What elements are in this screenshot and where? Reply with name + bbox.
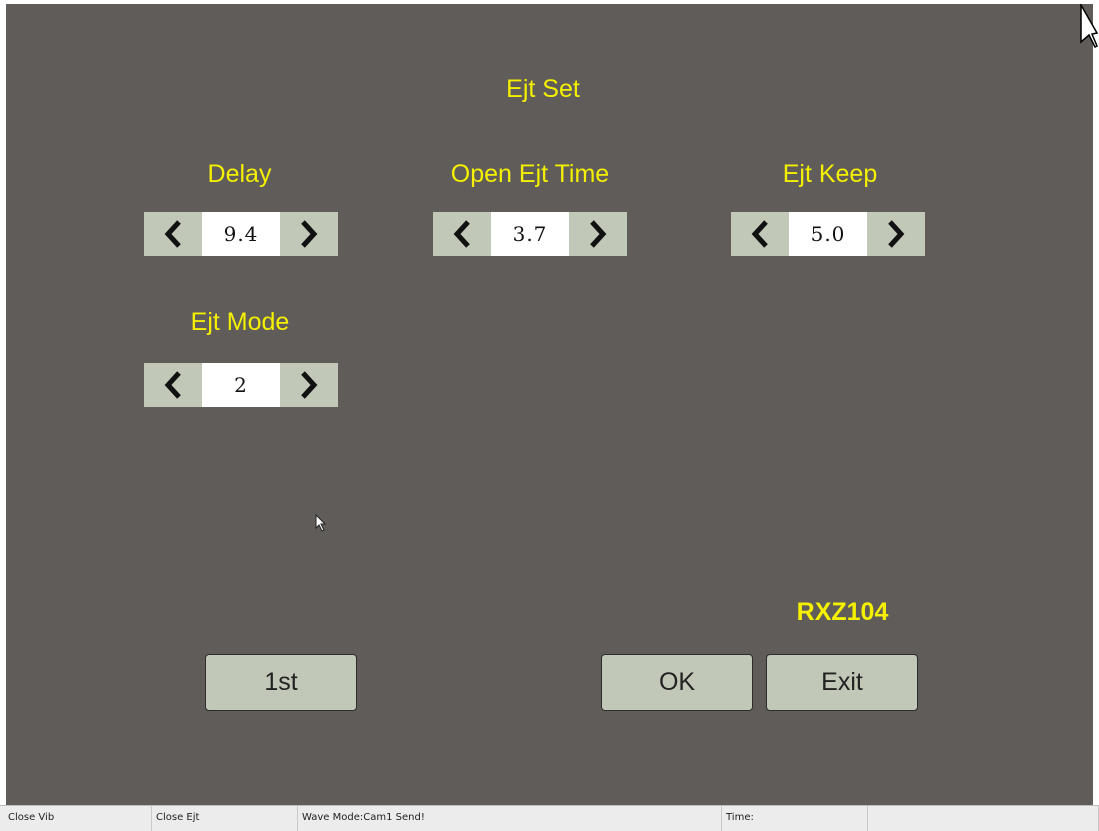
chevron-left-icon — [453, 220, 470, 248]
chevron-left-icon — [164, 371, 181, 399]
chevron-right-icon — [301, 371, 318, 399]
ejt-mode-stepper: 2 — [144, 363, 338, 407]
open-ejt-time-decrement-button[interactable] — [433, 212, 491, 256]
ejt-keep-stepper: 5.0 — [731, 212, 925, 256]
delay-stepper: 9.4 — [144, 212, 338, 256]
ok-button[interactable]: OK — [601, 654, 753, 711]
first-button[interactable]: 1st — [205, 654, 357, 711]
status-bar: Close Vib Close Ejt Wave Mode:Cam1 Send!… — [0, 805, 1099, 831]
delay-value[interactable]: 9.4 — [202, 212, 280, 256]
mouse-pointer-icon — [315, 514, 327, 532]
ejt-mode-label: Ejt Mode — [190, 308, 290, 336]
chevron-left-icon — [164, 220, 181, 248]
ejt-keep-label: Ejt Keep — [782, 160, 878, 188]
ejt-mode-value[interactable]: 2 — [202, 363, 280, 407]
chevron-right-icon — [301, 220, 318, 248]
ejt-keep-increment-button[interactable] — [867, 212, 925, 256]
open-ejt-time-label: Open Ejt Time — [450, 160, 610, 188]
screen: Ejt Set Delay 9.4 Open Ejt Time 3.7 Ejt … — [0, 0, 1099, 831]
status-close-ejt: Close Ejt — [152, 806, 298, 831]
status-empty — [868, 806, 1099, 831]
delay-label: Delay — [207, 160, 272, 188]
chevron-left-icon — [751, 220, 768, 248]
ejt-mode-increment-button[interactable] — [280, 363, 338, 407]
mouse-pointer-icon — [1080, 4, 1098, 48]
chevron-right-icon — [888, 220, 905, 248]
ejt-keep-value[interactable]: 5.0 — [789, 212, 867, 256]
model-label: RXZ104 — [796, 598, 889, 626]
open-ejt-time-stepper: 3.7 — [433, 212, 627, 256]
ejt-mode-decrement-button[interactable] — [144, 363, 202, 407]
status-time: Time: — [722, 806, 868, 831]
delay-decrement-button[interactable] — [144, 212, 202, 256]
chevron-right-icon — [590, 220, 607, 248]
status-close-vib: Close Vib — [4, 806, 152, 831]
status-wave-mode: Wave Mode:Cam1 Send! — [298, 806, 722, 831]
open-ejt-time-increment-button[interactable] — [569, 212, 627, 256]
open-ejt-time-value[interactable]: 3.7 — [491, 212, 569, 256]
ejt-keep-decrement-button[interactable] — [731, 212, 789, 256]
delay-increment-button[interactable] — [280, 212, 338, 256]
exit-button[interactable]: Exit — [766, 654, 918, 711]
page-title: Ejt Set — [506, 75, 580, 103]
